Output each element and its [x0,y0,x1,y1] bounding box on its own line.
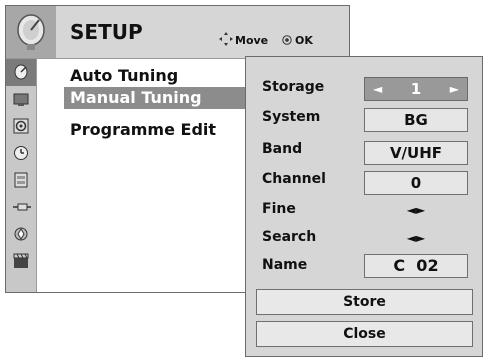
search-adjust-arrows[interactable]: ◄► [364,231,468,245]
menu-item-auto-tuning[interactable]: Auto Tuning [64,65,254,87]
fine-right-arrow-icon[interactable]: ► [416,203,425,217]
ok-button-icon [282,35,292,48]
strip-item-movie[interactable] [6,248,36,275]
search-left-arrow-icon[interactable]: ◄ [407,231,416,245]
store-button[interactable]: Store [256,289,473,315]
audio-icon [13,118,29,134]
system-value[interactable]: BG [364,108,468,132]
channel-label: Channel [262,171,326,187]
input-icon [13,203,31,211]
storage-label: Storage [262,79,325,95]
page-title: SETUP [70,20,143,44]
usb-icon [14,227,28,241]
band-value[interactable]: V/UHF [364,141,468,165]
fine-adjust-arrows[interactable]: ◄► [364,203,468,217]
satellite-dish-icon [17,14,45,50]
arrow-left-icon[interactable]: ◄ [373,78,382,100]
strip-item-audio[interactable] [6,113,36,140]
manual-tuning-panel: Storage ◄ 1 ► System BG Band V/UHF Chann… [245,56,483,357]
ok-hint-label: OK [294,34,313,47]
setup-header: SETUP Move OK [6,6,349,59]
strip-item-setup[interactable] [6,59,36,86]
strip-item-picture[interactable] [6,86,36,113]
fine-label: Fine [262,201,296,217]
search-right-arrow-icon[interactable]: ► [416,231,425,245]
search-label: Search [262,229,317,245]
fine-left-arrow-icon[interactable]: ◄ [407,203,416,217]
name-label: Name [262,257,308,273]
name-value[interactable]: C 02 [364,254,468,278]
setup-icon [14,64,28,80]
move-arrows-icon [219,32,233,49]
storage-selector[interactable]: ◄ 1 ► [364,77,468,101]
time-icon [14,146,28,160]
menu-icon-strip [6,59,37,292]
band-label: Band [262,141,303,157]
move-hint-label: Move [235,34,269,47]
picture-icon [13,93,29,106]
navigation-hint: Move OK [219,30,313,47]
channel-value[interactable]: 0 [364,171,468,195]
strip-item-input[interactable] [6,194,36,221]
arrow-right-icon[interactable]: ► [450,78,459,100]
storage-value: 1 [410,80,422,98]
menu-item-manual-tuning[interactable]: Manual Tuning [64,87,254,109]
movie-icon [13,253,29,268]
strip-item-option[interactable] [6,167,36,194]
system-label: System [262,109,321,125]
option-icon [14,172,28,188]
strip-item-usb[interactable] [6,221,36,248]
close-button[interactable]: Close [256,321,473,347]
strip-item-time[interactable] [6,140,36,167]
header-icon-tile [6,6,56,58]
menu-item-programme-edit[interactable]: Programme Edit [64,119,254,141]
